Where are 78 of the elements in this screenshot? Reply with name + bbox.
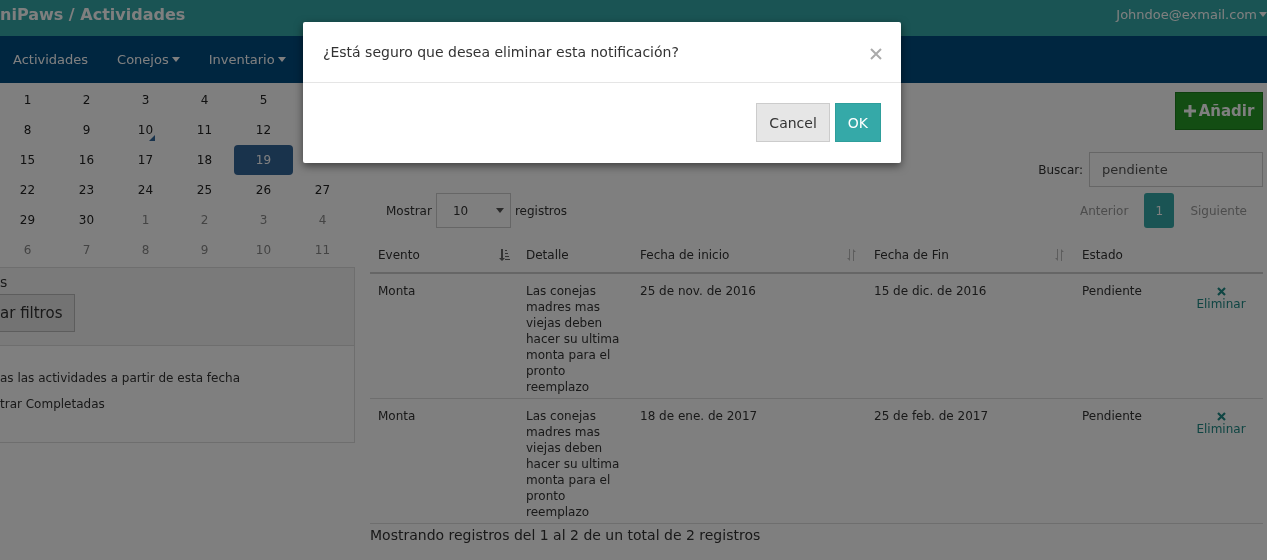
calendar-day[interactable]: 3: [116, 85, 175, 115]
plus-icon: [1183, 105, 1196, 117]
calendar-day[interactable]: 11: [293, 235, 352, 265]
calendar-day[interactable]: 2: [175, 205, 234, 235]
calendar-day[interactable]: 22: [0, 175, 57, 205]
calendar-day[interactable]: 2: [57, 85, 116, 115]
table-cell: Pendiente: [1082, 284, 1142, 298]
calendar-day[interactable]: 4: [175, 85, 234, 115]
sort-icon[interactable]: [1054, 249, 1066, 261]
calendar-day[interactable]: 11: [175, 115, 234, 145]
column-header[interactable]: Fecha de Fin: [874, 248, 949, 262]
calendar-day[interactable]: 8: [116, 235, 175, 265]
table-cell: 25 de feb. de 2017: [874, 408, 989, 423]
calendar-day[interactable]: 9: [57, 115, 116, 145]
filter-option[interactable]: as las actividades a partir de esta fecha: [0, 365, 354, 391]
table-cell: 25 de nov. de 2016: [640, 284, 756, 298]
nav-item[interactable]: Conejos: [117, 52, 180, 67]
nav-item[interactable]: Inventario: [208, 52, 286, 67]
cancel-button[interactable]: Cancel: [756, 103, 830, 142]
calendar-day[interactable]: 12: [234, 115, 293, 145]
search-label: Buscar:: [1038, 162, 1083, 177]
calendar-day[interactable]: 18: [175, 145, 234, 175]
calendar-day[interactable]: 8: [0, 115, 57, 145]
delete-link[interactable]: Eliminar: [1187, 411, 1255, 437]
sort-icon[interactable]: [498, 249, 510, 261]
filter-option[interactable]: trar Completadas: [0, 391, 354, 417]
filter-button[interactable]: ar filtros: [0, 294, 76, 332]
calendar-day[interactable]: 23: [57, 175, 116, 205]
calendar-day[interactable]: 30: [57, 205, 116, 235]
calendar-day[interactable]: 26: [234, 175, 293, 205]
length-label: Mostrar: [386, 203, 432, 218]
ok-button[interactable]: OK: [834, 103, 881, 142]
calendar-day[interactable]: 10: [116, 115, 175, 145]
calendar-day[interactable]: 3: [234, 205, 293, 235]
app-title: niPaws / Actividades: [0, 4, 186, 24]
caret-icon: [1259, 11, 1267, 17]
table-cell: Pendiente: [1082, 408, 1142, 423]
close-icon: [1216, 287, 1226, 296]
table-cell: Las conejas madres mas viejas deben hacer su ultima monta para el pronto reemplazo: [526, 284, 620, 394]
calendar-day[interactable]: 27: [293, 175, 352, 205]
table-cell: 18 de ene. de 2017: [640, 408, 758, 423]
table-cell: Monta: [378, 408, 416, 423]
calendar-day[interactable]: 9: [175, 235, 234, 265]
table-cell: Las conejas madres mas viejas deben hacer su ultima monta para el pronto reemplazo: [526, 408, 620, 519]
delete-link[interactable]: Eliminar: [1187, 287, 1255, 312]
table-cell: 15 de dic. de 2016: [874, 284, 987, 298]
search-field[interactable]: pendiente: [1089, 152, 1263, 187]
column-header[interactable]: Estado: [1082, 248, 1123, 262]
calendar-day[interactable]: 5: [234, 85, 293, 115]
table-cell: Monta: [378, 284, 416, 298]
calendar-day[interactable]: 1: [116, 205, 175, 235]
calendar-day[interactable]: 25: [175, 175, 234, 205]
table-info: Mostrando registros del 1 al 2 de un total de 2 registros: [370, 526, 762, 543]
calendar-day[interactable]: 4: [293, 205, 352, 235]
panel-title: s: [0, 274, 9, 290]
column-header[interactable]: Detalle: [526, 248, 569, 262]
calendar-day[interactable]: 15: [0, 145, 57, 175]
calendar-day[interactable]: 24: [116, 175, 175, 205]
caret-icon: [277, 57, 286, 62]
calendar-day[interactable]: 19: [234, 145, 293, 175]
caret-icon: [495, 208, 504, 213]
calendar-day[interactable]: 10: [234, 235, 293, 265]
length-label: registros: [514, 203, 568, 218]
caret-icon: [171, 57, 180, 62]
close-icon: [1216, 411, 1226, 421]
calendar-day[interactable]: 17: [116, 145, 175, 175]
calendar-day[interactable]: 1: [0, 85, 57, 115]
column-header[interactable]: Evento: [378, 248, 420, 262]
nav-item[interactable]: Actividades: [13, 52, 89, 67]
calendar-day[interactable]: 16: [57, 145, 116, 175]
calendar-day[interactable]: 7: [57, 235, 116, 265]
sort-icon[interactable]: [846, 249, 858, 261]
add-button[interactable]: Añadir: [1175, 92, 1263, 130]
column-header[interactable]: Fecha de inicio: [640, 248, 730, 262]
length-select[interactable]: 10: [435, 193, 511, 228]
calendar-day[interactable]: 29: [0, 205, 57, 235]
dialog-message: ¿Está seguro que desea eliminar esta notificación?: [323, 44, 679, 60]
calendar-day[interactable]: 6: [0, 235, 57, 265]
